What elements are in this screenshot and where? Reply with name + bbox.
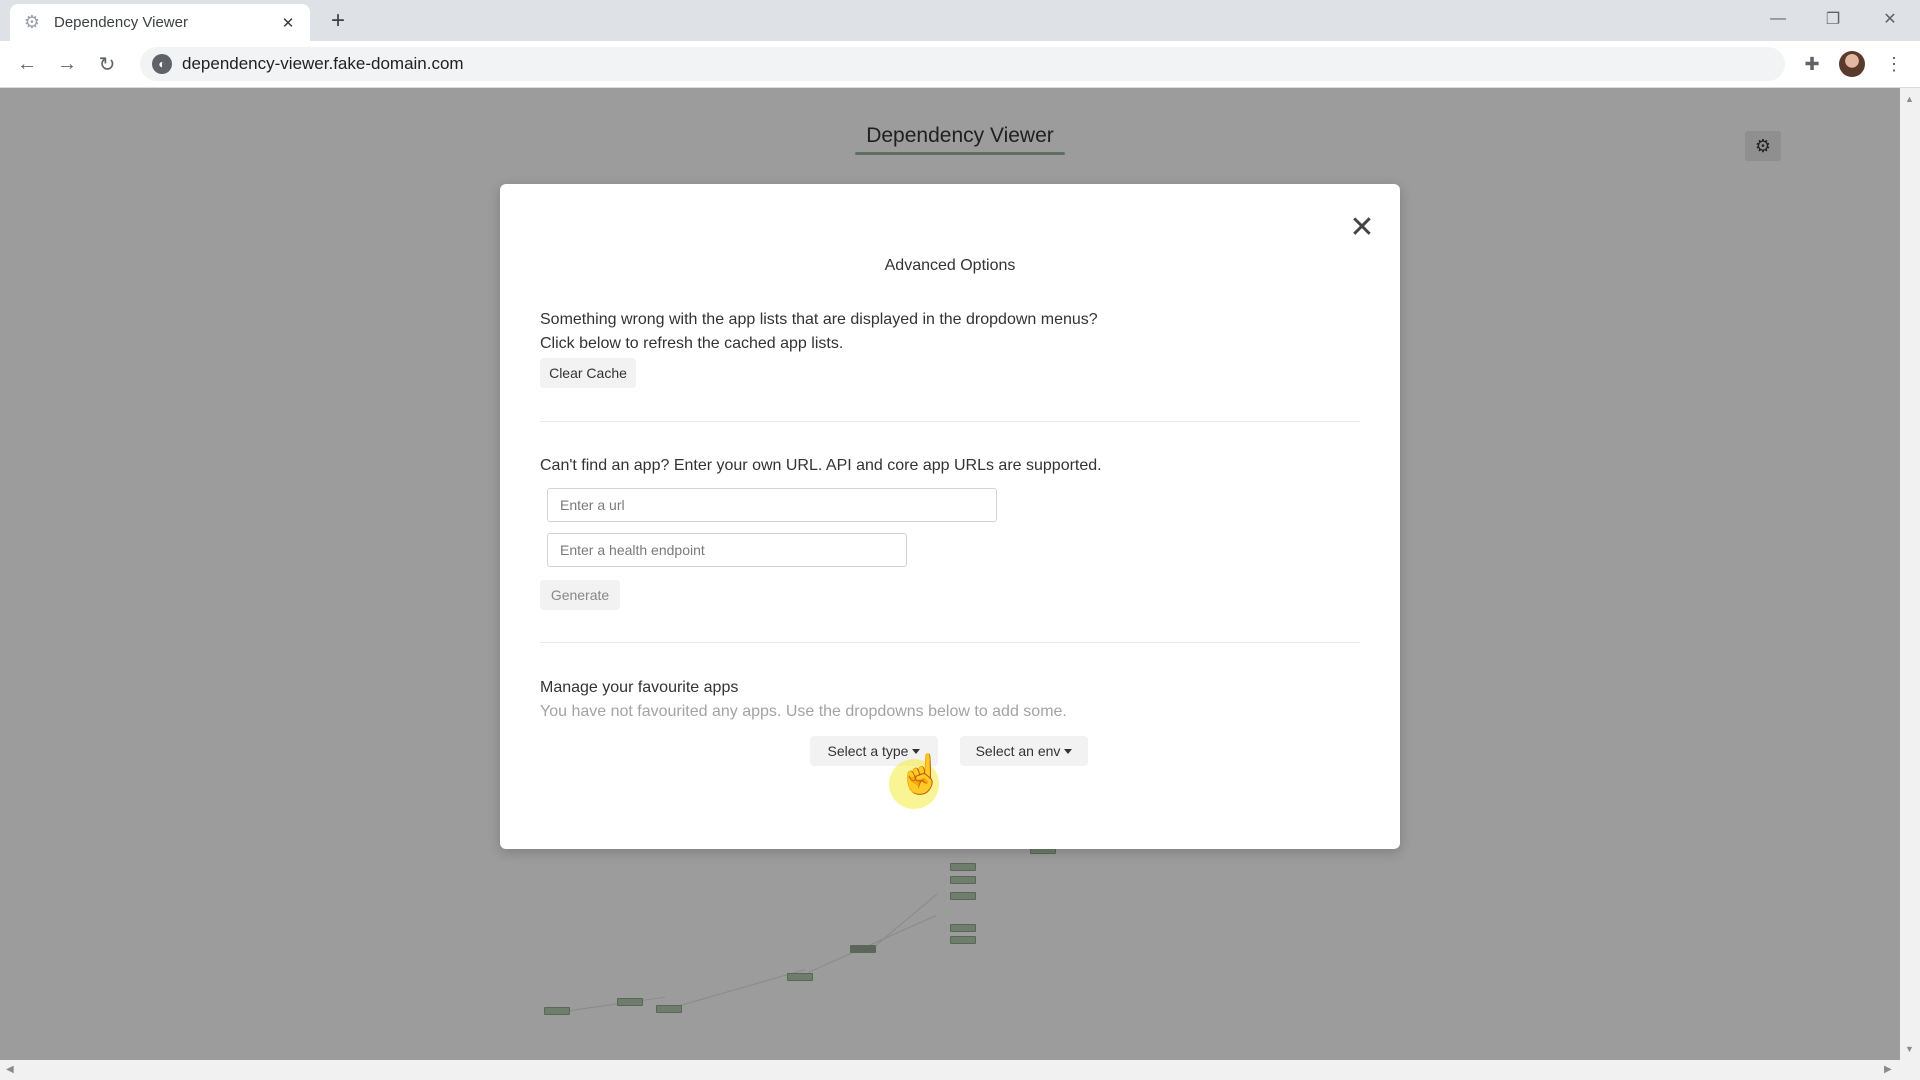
title-underline [855,152,1065,155]
select-env-label: Select an env [975,743,1061,759]
close-tab-icon[interactable]: ✕ [278,13,298,33]
select-env-dropdown[interactable]: Select an env [960,736,1088,766]
cache-description-line1: Something wrong with the app lists that … [540,311,1098,328]
scroll-up-icon[interactable]: ▲ [1905,94,1914,104]
globe-icon[interactable]: ◐ [152,54,172,74]
health-endpoint-input[interactable] [547,533,907,567]
kebab-menu-icon[interactable]: ⋮ [1880,50,1908,78]
close-icon[interactable]: ✕ [1345,210,1379,244]
graph-node[interactable] [617,998,643,1006]
browser-toolbar: ← → ↻ ◐ dependency-viewer.fake-domain.co… [0,41,1920,88]
avatar[interactable] [1838,50,1866,78]
clear-cache-button[interactable]: Clear Cache [540,358,636,388]
new-tab-button[interactable]: + [325,7,351,34]
graph-node[interactable] [656,1005,682,1013]
gear-icon: ⚙ [1754,135,1772,156]
scroll-left-icon[interactable]: ◀ [6,1064,14,1075]
forward-arrow-icon[interactable]: → [52,49,82,79]
chevron-down-icon [1064,748,1073,754]
settings-gear-button[interactable]: ⚙ [1745,131,1781,161]
url-input[interactable] [547,488,997,522]
reload-icon[interactable]: ↻ [92,49,122,79]
custom-url-prompt: Can't find an app? Enter your own URL. A… [540,457,1102,474]
section-divider [540,421,1360,422]
graph-edge [556,996,666,1013]
minimize-icon[interactable]: — [1758,6,1798,32]
browser-tab-bar: ⚙ Dependency Viewer ✕ + — ❐ ✕ [0,0,1920,41]
back-arrow-icon[interactable]: ← [12,49,42,79]
favourites-empty-message: You have not favourited any apps. Use th… [540,703,1067,720]
scroll-down-icon[interactable]: ▼ [1905,1044,1914,1054]
favourites-heading: Manage your favourite apps [540,679,739,696]
graph-edge [808,915,937,973]
cache-description-line2: Click below to refresh the cached app li… [540,335,844,352]
address-bar[interactable]: ◐ dependency-viewer.fake-domain.com [140,47,1785,81]
graph-node[interactable] [787,973,813,981]
modal-title: Advanced Options [884,257,1016,274]
generate-button[interactable]: Generate [540,580,620,610]
hand-cursor-icon: ☝ [897,754,945,796]
graph-node[interactable] [950,936,976,944]
chevron-down-icon [912,748,921,754]
page-title: Dependency Viewer [866,124,1054,147]
tab-title: Dependency Viewer [54,14,188,31]
scroll-right-icon[interactable]: ▶ [1884,1064,1892,1075]
graph-node[interactable] [850,945,876,953]
graph-node[interactable] [950,863,976,871]
puzzle-icon[interactable]: ✚ [1798,50,1826,78]
advanced-options-modal: ✕ Advanced Options Something wrong with … [500,184,1400,849]
graph-node[interactable] [950,924,976,932]
graph-node[interactable] [950,892,976,900]
section-divider [540,642,1360,643]
page-header: Dependency Viewer [850,124,1070,155]
graph-node[interactable] [544,1007,570,1015]
browser-tab[interactable]: ⚙ Dependency Viewer ✕ [10,4,310,41]
close-window-icon[interactable]: ✕ [1870,6,1910,32]
horizontal-scrollbar[interactable]: ◀ ▶ [0,1060,1920,1080]
vertical-scrollbar[interactable]: ▲ ▼ [1900,88,1920,1060]
graph-node[interactable] [950,876,976,884]
restore-icon[interactable]: ❐ [1813,6,1853,32]
url-text[interactable]: dependency-viewer.fake-domain.com [182,54,464,74]
gear-icon: ⚙ [23,12,41,32]
graph-edge [872,893,938,949]
